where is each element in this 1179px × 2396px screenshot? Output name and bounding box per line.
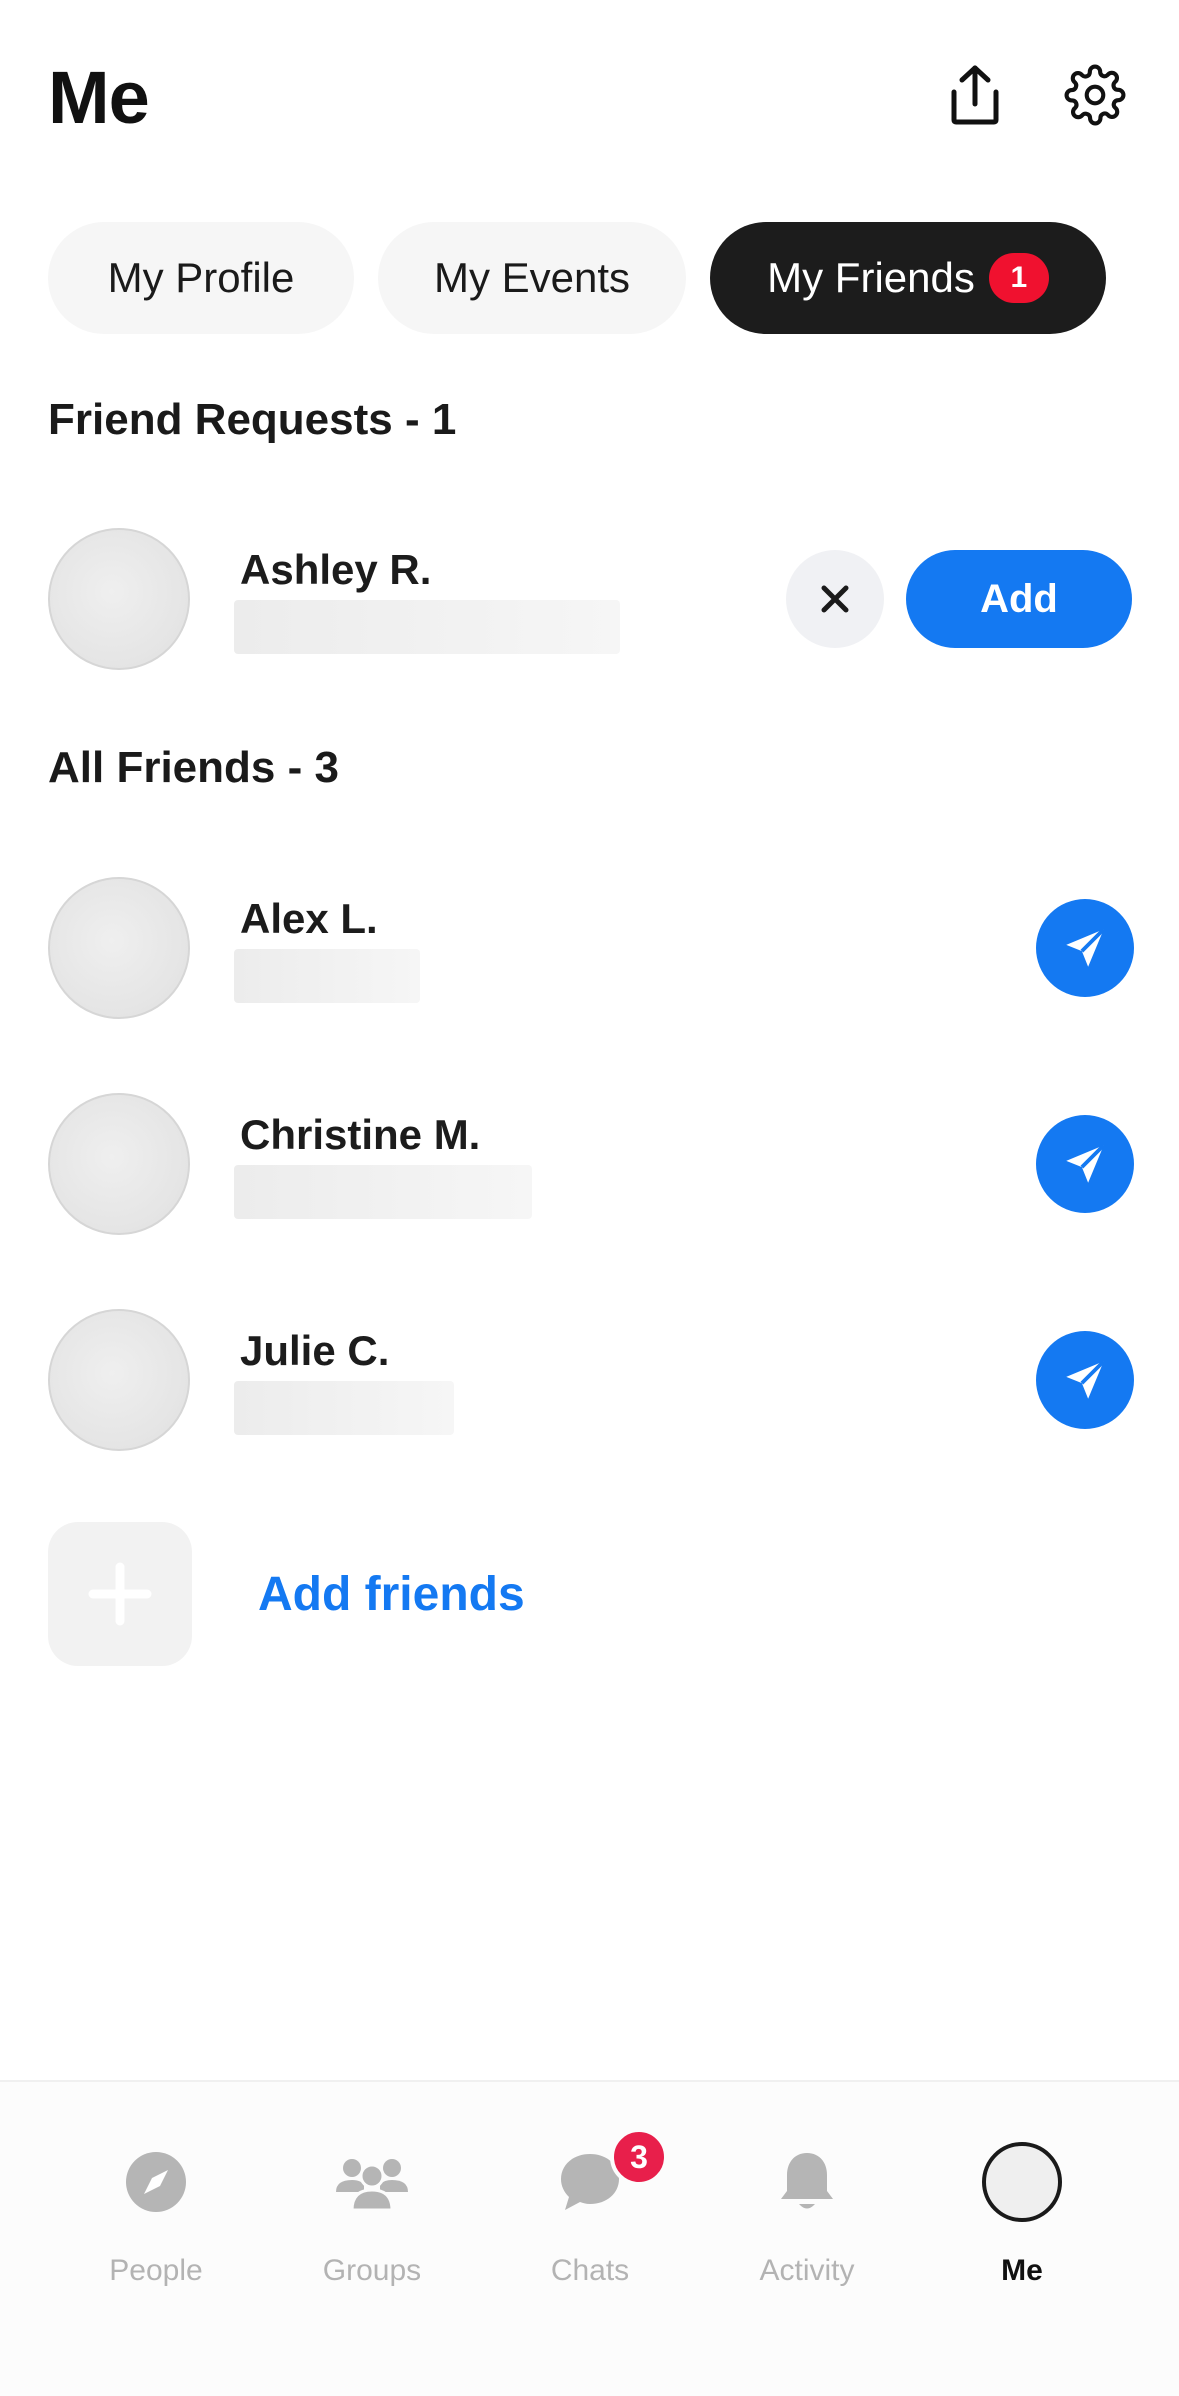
- friend-subtitle-redacted: [234, 1165, 532, 1219]
- avatar: [48, 1093, 190, 1235]
- settings-button[interactable]: [1060, 60, 1130, 130]
- share-icon: [951, 65, 999, 125]
- me-screen: Me My Profile My Events My Friends 1 Fri…: [0, 0, 1179, 2396]
- nav-item-me[interactable]: Me: [922, 2142, 1122, 2322]
- add-friend-button[interactable]: Add: [906, 550, 1132, 648]
- send-message-button[interactable]: [1036, 1331, 1134, 1429]
- me-avatar: [982, 2142, 1062, 2222]
- plus-icon: [88, 1562, 152, 1626]
- friend-row[interactable]: Christine M.: [0, 1093, 1179, 1238]
- friend-name: Ashley R.: [240, 546, 432, 593]
- avatar: [48, 1309, 190, 1451]
- bottom-nav: People Groups 3 Chats Activity Me: [0, 2080, 1179, 2396]
- friend-row[interactable]: Alex L.: [0, 877, 1179, 1022]
- send-message-button[interactable]: [1036, 1115, 1134, 1213]
- nav-label: Groups: [322, 2254, 422, 2287]
- close-icon: [821, 585, 849, 613]
- avatar: [48, 877, 190, 1019]
- send-message-button[interactable]: [1036, 899, 1134, 997]
- tab-label: My Profile: [107, 254, 295, 301]
- compass-icon: [116, 2142, 196, 2222]
- gear-icon: [1064, 64, 1126, 126]
- share-button[interactable]: [940, 60, 1010, 130]
- header: Me: [0, 0, 1179, 200]
- friend-name: Julie C.: [240, 1327, 390, 1374]
- tab-my-friends[interactable]: My Friends 1: [710, 222, 1106, 334]
- tab-my-profile[interactable]: My Profile: [48, 222, 354, 334]
- nav-item-chats[interactable]: 3 Chats: [490, 2128, 690, 2322]
- add-friends-tile[interactable]: [48, 1522, 192, 1666]
- bell-icon: [767, 2142, 847, 2222]
- notification-badge: 1: [988, 253, 1049, 303]
- page-title: Me: [48, 56, 150, 139]
- paper-plane-icon: [1066, 1359, 1106, 1399]
- nav-label: Me: [1001, 2254, 1043, 2287]
- nav-label: People: [109, 2254, 203, 2287]
- add-friends-row[interactable]: Add friends: [0, 1522, 1179, 1667]
- tab-label: My Friends: [767, 254, 975, 301]
- paper-plane-icon: [1066, 1143, 1106, 1183]
- avatar: [982, 2142, 1062, 2222]
- chats-badge: 3: [610, 2128, 668, 2186]
- nav-label: Activity: [759, 2254, 855, 2287]
- nav-item-activity[interactable]: Activity: [707, 2142, 907, 2322]
- all-friends-title: All Friends - 3: [48, 743, 339, 792]
- friend-name: Alex L.: [240, 895, 378, 942]
- friend-request-row[interactable]: Ashley R. Add: [0, 528, 1179, 673]
- tab-my-events[interactable]: My Events: [378, 222, 686, 334]
- add-friends-link[interactable]: Add friends: [258, 1567, 525, 1622]
- nav-item-groups[interactable]: Groups: [272, 2142, 472, 2322]
- friend-subtitle-redacted: [234, 949, 420, 1003]
- nav-item-people[interactable]: People: [56, 2142, 256, 2322]
- tab-bar: My Profile My Events My Friends 1: [48, 222, 1106, 334]
- paper-plane-icon: [1066, 927, 1106, 967]
- friend-name: Christine M.: [240, 1111, 481, 1158]
- friend-subtitle-redacted: [234, 600, 620, 654]
- avatar: [48, 528, 190, 670]
- group-icon: [332, 2142, 412, 2222]
- friend-row[interactable]: Julie C.: [0, 1309, 1179, 1454]
- decline-request-button[interactable]: [786, 550, 884, 648]
- nav-label: Chats: [550, 2254, 630, 2287]
- friend-requests-title: Friend Requests - 1: [48, 395, 457, 444]
- friend-subtitle-redacted: [234, 1381, 454, 1435]
- tab-label: My Events: [433, 254, 631, 301]
